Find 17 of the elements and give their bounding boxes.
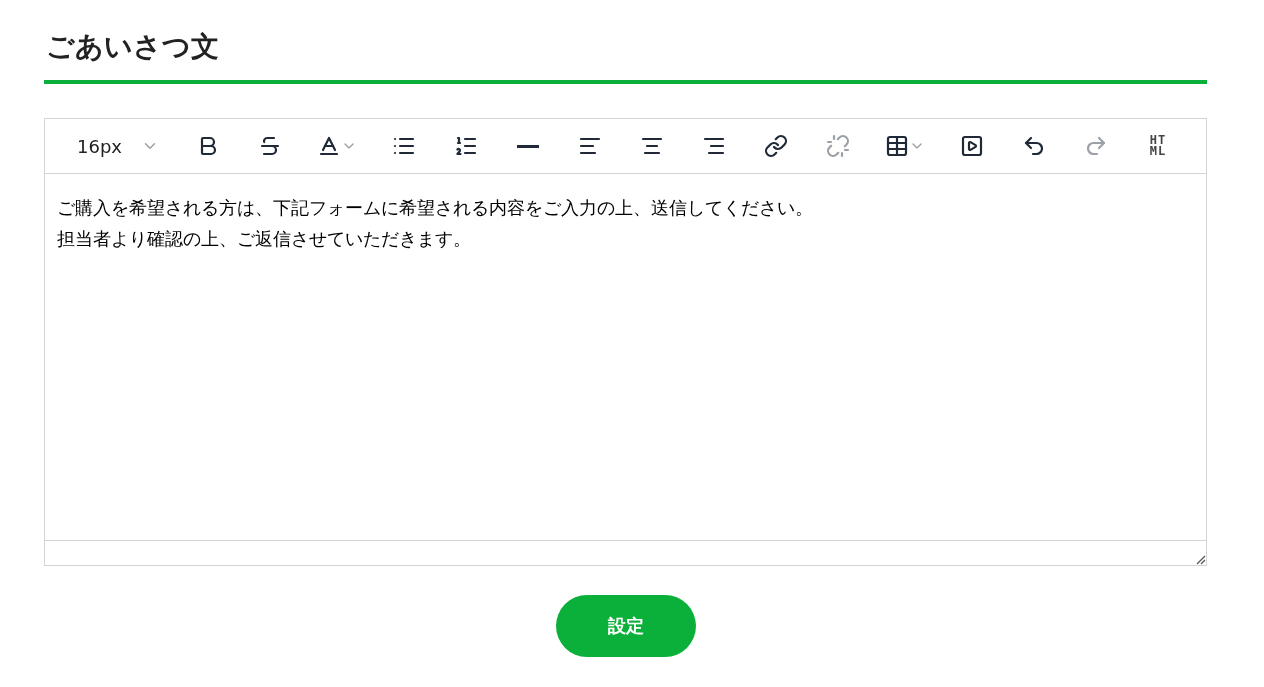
resize-handle-icon[interactable]	[1194, 553, 1206, 565]
horizontal-line-icon	[517, 144, 539, 148]
undo-icon	[1022, 134, 1046, 158]
editor-text-line: 担当者より確認の上、ご返信させていただきます。	[57, 227, 472, 251]
font-size-select[interactable]: 16px	[57, 135, 169, 157]
editor-text-line: ご購入を希望される方は、下記フォームに希望される内容をご入力の上、送信してください。	[57, 196, 814, 220]
video-icon	[960, 134, 984, 158]
editor-text-area[interactable]: ご購入を希望される方は、下記フォームに希望される内容をご入力の上、送信してください。 担当者より確認の上、ご返信させていただきます。	[45, 174, 1206, 540]
strike-icon	[258, 134, 282, 158]
numbers-icon	[454, 134, 478, 158]
redo-icon	[1084, 134, 1108, 158]
html-button[interactable]: HT ML	[1127, 126, 1189, 166]
table-icon	[885, 134, 909, 158]
page-heading: ごあいさつ文	[45, 29, 219, 65]
link-icon	[764, 134, 788, 158]
color-icon	[317, 134, 341, 158]
unlink-icon	[826, 134, 850, 158]
